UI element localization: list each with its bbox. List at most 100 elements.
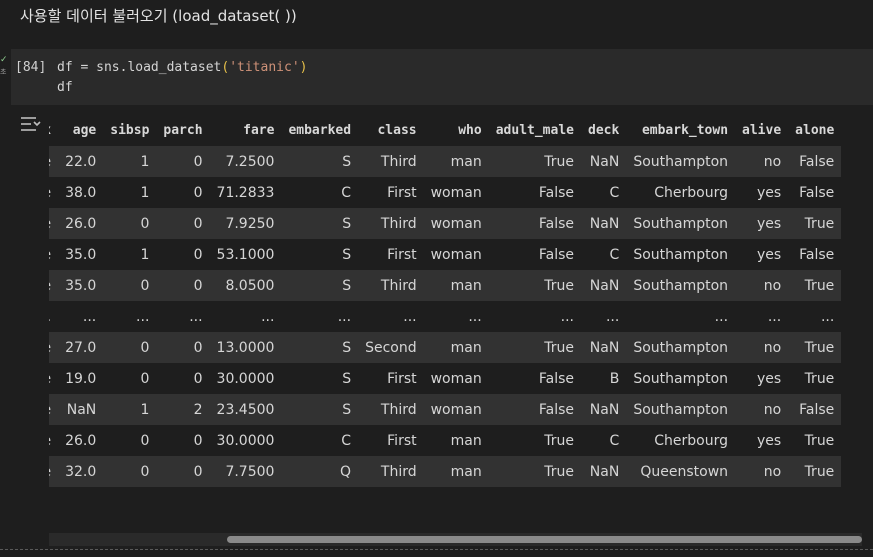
table-cell: yes	[735, 363, 789, 394]
table-cell: Southampton	[626, 239, 736, 270]
table-cell: ale	[49, 456, 59, 487]
table-row: ale22.0107.2500SThirdmanTrueNaNSouthampt…	[49, 146, 842, 177]
table-cell: S	[281, 363, 359, 394]
table-cell: First	[358, 363, 424, 394]
table-cell: ...	[788, 301, 842, 332]
table-row: ale35.01053.1000SFirstwomanFalseCSoutham…	[49, 239, 842, 270]
table-row: ale19.00030.0000SFirstwomanFalseBSoutham…	[49, 363, 842, 394]
table-cell: man	[423, 456, 489, 487]
table-cell: Southampton	[626, 394, 736, 425]
check-icon: ✓	[0, 55, 8, 65]
table-cell: 0	[103, 208, 157, 239]
table-row: ale35.0008.0500SThirdmanTrueNaNSouthampt…	[49, 270, 842, 301]
table-row: .......................................	[49, 301, 842, 332]
table-cell: 53.1000	[209, 239, 282, 270]
table-cell: ale	[49, 146, 59, 177]
code-line-1[interactable]: df = sns.load_dataset('titanic')	[57, 60, 307, 75]
table-cell: yes	[735, 208, 789, 239]
table-cell: 35.0	[58, 239, 104, 270]
table-cell: 26.0	[58, 208, 104, 239]
table-cell: True	[788, 363, 842, 394]
table-cell: 27.0	[58, 332, 104, 363]
table-cell: 2	[156, 394, 210, 425]
output-toggle-icon[interactable]	[19, 115, 43, 135]
table-cell: 0	[156, 425, 210, 456]
table-cell: Southampton	[626, 270, 736, 301]
table-cell: ale	[49, 425, 59, 456]
table-cell: no	[735, 332, 789, 363]
table-cell: S	[281, 208, 359, 239]
table-cell: False	[488, 363, 581, 394]
table-cell: woman	[423, 208, 489, 239]
column-header: alone	[795, 123, 835, 138]
table-cell: no	[735, 394, 789, 425]
table-cell: ale	[49, 270, 59, 301]
column-header: adult_male	[495, 123, 574, 138]
table-cell: S	[281, 239, 359, 270]
execution-count[interactable]: [84]	[15, 60, 46, 75]
table-cell: 0	[156, 239, 210, 270]
table-cell: First	[358, 425, 424, 456]
table-cell: Southampton	[626, 332, 736, 363]
table-cell: ale	[49, 332, 59, 363]
table-cell: True	[488, 146, 581, 177]
table-cell: C	[281, 177, 359, 208]
table-cell: ...	[358, 301, 424, 332]
table-cell: no	[735, 270, 789, 301]
column-header: age	[72, 123, 97, 138]
table-cell: S	[281, 146, 359, 177]
table-cell: 0	[156, 332, 210, 363]
table-cell: 71.2833	[209, 177, 282, 208]
table-cell: Queenstown	[626, 456, 736, 487]
table-cell: False	[788, 394, 842, 425]
horizontal-scrollbar-thumb[interactable]	[227, 536, 862, 543]
column-header: embark_town	[641, 123, 729, 138]
table-cell: True	[488, 270, 581, 301]
table-cell: woman	[423, 394, 489, 425]
column-header: class	[377, 123, 417, 138]
table-cell: man	[423, 270, 489, 301]
table-cell: 22.0	[58, 146, 104, 177]
code-line-2[interactable]: df	[57, 80, 73, 95]
table-cell: True	[488, 332, 581, 363]
dataframe-table: exage sibsp parch fare embarked class who adult…	[49, 115, 842, 487]
column-header: parch	[163, 123, 203, 138]
table-cell: ...	[281, 301, 359, 332]
table-cell: ...	[581, 301, 627, 332]
table-cell: woman	[423, 363, 489, 394]
table-cell: NaN	[581, 394, 627, 425]
table-cell: 0	[156, 363, 210, 394]
table-row: ale32.0007.7500QThirdmanTrueNaNQueenstow…	[49, 456, 842, 487]
code-cell[interactable]	[11, 49, 873, 105]
table-cell: 0	[103, 363, 157, 394]
column-header: fare	[243, 123, 275, 138]
column-header: embarked	[288, 123, 352, 138]
column-header: sibsp	[110, 123, 150, 138]
table-cell: Q	[281, 456, 359, 487]
table-cell: Southampton	[626, 146, 736, 177]
table-cell: ale	[49, 394, 59, 425]
table-cell: S	[281, 394, 359, 425]
table-cell: man	[423, 332, 489, 363]
table-cell: 0	[103, 270, 157, 301]
table-cell: NaN	[581, 146, 627, 177]
table-cell: ale	[49, 208, 59, 239]
table-cell: 0	[103, 456, 157, 487]
column-header: deck	[588, 123, 620, 138]
table-cell: ...	[735, 301, 789, 332]
table-cell: ale	[49, 177, 59, 208]
table-cell: False	[788, 146, 842, 177]
table-cell: 30.0000	[209, 425, 282, 456]
table-cell: S	[281, 270, 359, 301]
table-cell: ale	[49, 363, 59, 394]
table-cell: ...	[488, 301, 581, 332]
table-body: ale22.0107.2500SThirdmanTrueNaNSouthampt…	[49, 146, 842, 487]
table-cell: NaN	[581, 208, 627, 239]
table-row: aleNaN1223.4500SThirdwomanFalseNaNSoutha…	[49, 394, 842, 425]
table-cell: 0	[156, 146, 210, 177]
table-cell: woman	[423, 239, 489, 270]
string-literal: 'titanic'	[229, 60, 300, 75]
table-cell: True	[788, 332, 842, 363]
table-cell: man	[423, 146, 489, 177]
table-row: ale38.01071.2833CFirstwomanFalseCCherbou…	[49, 177, 842, 208]
